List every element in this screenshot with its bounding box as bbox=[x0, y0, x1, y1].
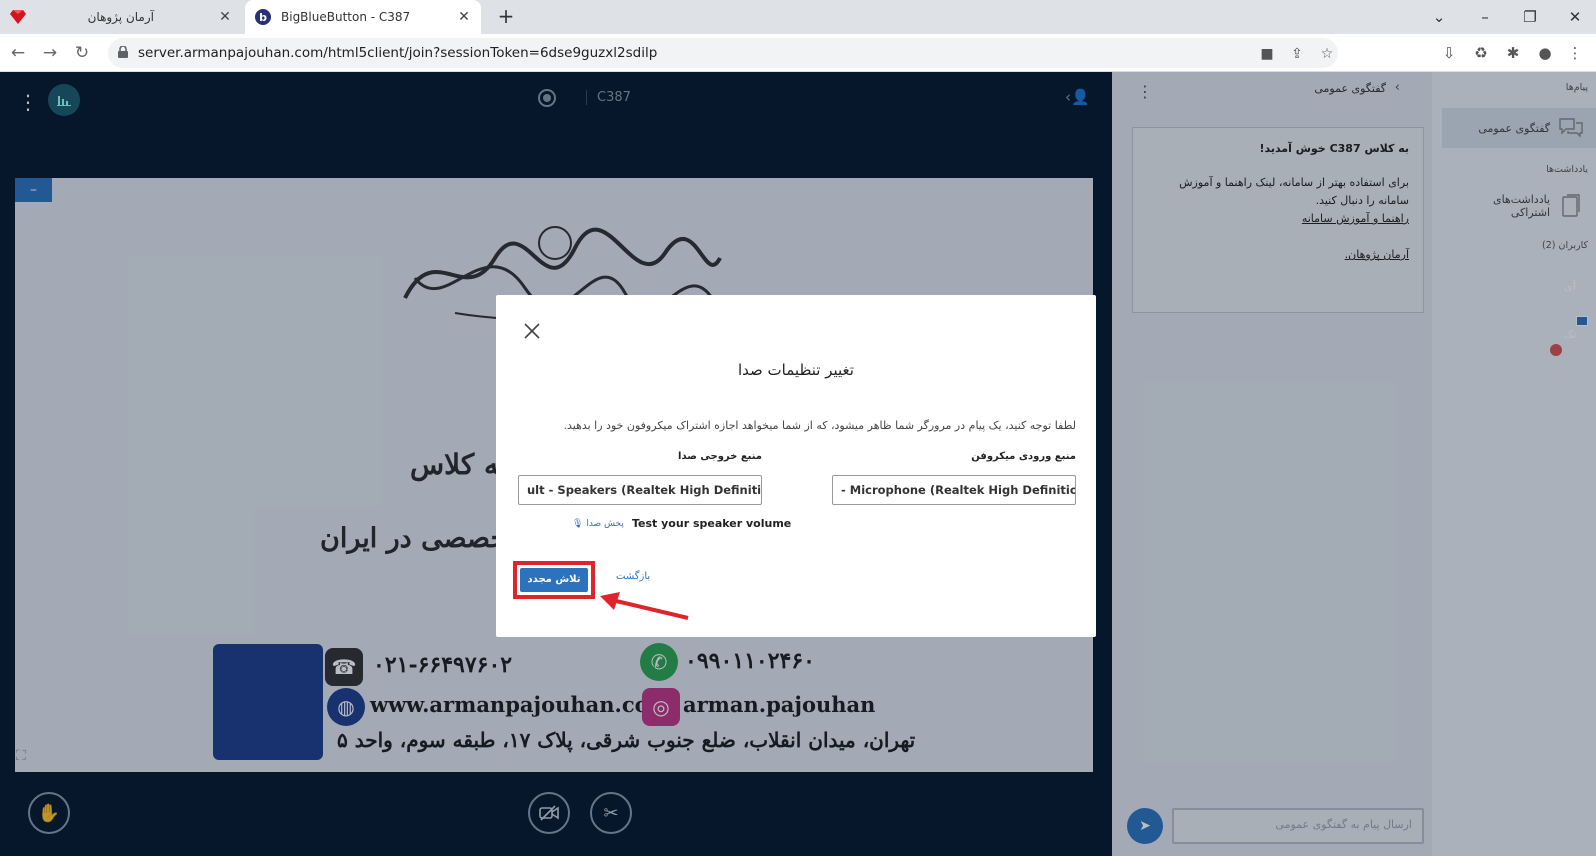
browser-menu-icon[interactable]: ⋮ bbox=[1564, 42, 1586, 64]
restore-icon[interactable]: ❐ bbox=[1515, 4, 1545, 30]
bigbluebutton-icon: b bbox=[255, 9, 271, 25]
permission-notice: لطفا توجه کنید، یک پیام در مرورگر شما ظا… bbox=[563, 419, 1076, 432]
download-extension-icon[interactable]: ⇩ bbox=[1438, 42, 1460, 64]
address-bar[interactable]: server.armanpajouhan.com/html5client/joi… bbox=[108, 38, 1338, 68]
back-icon[interactable]: ← bbox=[6, 41, 30, 65]
play-sound-link[interactable]: پخش صدا 🎙 bbox=[572, 519, 624, 529]
test-speaker-label: Test your speaker volume bbox=[632, 517, 792, 530]
highlight-frame: تلاش مجدد bbox=[513, 561, 595, 599]
play-sound-label: پخش صدا bbox=[586, 519, 624, 529]
reload-icon[interactable]: ↻ bbox=[70, 41, 94, 65]
modal-title: تغییر تنظیمات صدا bbox=[738, 361, 854, 379]
url-text: server.armanpajouhan.com/html5client/joi… bbox=[138, 45, 658, 61]
tab-title: آرمان پژوهان bbox=[87, 10, 154, 24]
extensions-puzzle-icon[interactable]: ✱ bbox=[1502, 42, 1524, 64]
tab-arman-pajouhan[interactable]: آرمان پژوهان ✕ bbox=[0, 0, 242, 34]
bookmark-star-icon[interactable]: ☆ bbox=[1318, 45, 1336, 63]
ruby-icon bbox=[10, 9, 26, 25]
browser-toolbar: ← → ↻ server.armanpajouhan.com/html5clie… bbox=[0, 34, 1596, 72]
close-tab-icon[interactable]: ✕ bbox=[214, 6, 236, 28]
close-window-icon[interactable]: ✕ bbox=[1560, 4, 1590, 30]
browser-tab-bar: آرمان پژوهان ✕ b BigBlueButton - C387 ✕ … bbox=[0, 0, 1596, 34]
speaker-source-select[interactable]: ult - Speakers (Realtek High Definition … bbox=[518, 475, 762, 505]
share-icon[interactable]: ⇪ bbox=[1288, 45, 1306, 63]
speaker-source-label: منبع خروجی صدا bbox=[678, 451, 762, 462]
mic-source-select[interactable]: - Microphone (Realtek High Definition Au… bbox=[832, 475, 1076, 505]
red-arrow-icon bbox=[600, 592, 689, 620]
lock-icon bbox=[118, 46, 128, 58]
close-tab-icon[interactable]: ✕ bbox=[453, 6, 475, 28]
retry-button[interactable]: تلاش مجدد bbox=[520, 568, 588, 592]
new-tab-button[interactable]: + bbox=[494, 5, 518, 29]
mic-source-label: منبع ورودی میکروفن bbox=[971, 451, 1076, 462]
forward-icon[interactable]: → bbox=[38, 41, 62, 65]
audio-settings-modal: تغییر تنظیمات صدا لطفا توجه کنید، یک پیا… bbox=[496, 295, 1096, 637]
minimize-icon[interactable]: – bbox=[1470, 4, 1500, 30]
microphone-icon: 🎙 bbox=[572, 519, 584, 529]
camera-icon[interactable]: ■ bbox=[1258, 45, 1276, 63]
tab-search-icon[interactable]: ⌄ bbox=[1424, 4, 1454, 30]
tab-title: BigBlueButton - C387 bbox=[281, 10, 411, 24]
close-icon[interactable] bbox=[522, 321, 542, 341]
tab-bigbluebutton[interactable]: b BigBlueButton - C387 ✕ bbox=[245, 0, 481, 34]
back-button[interactable]: بازگشت bbox=[616, 571, 650, 582]
recycle-extension-icon[interactable]: ♻ bbox=[1470, 42, 1492, 64]
svg-text:b: b bbox=[259, 11, 267, 24]
profile-icon[interactable]: ● bbox=[1534, 42, 1556, 64]
